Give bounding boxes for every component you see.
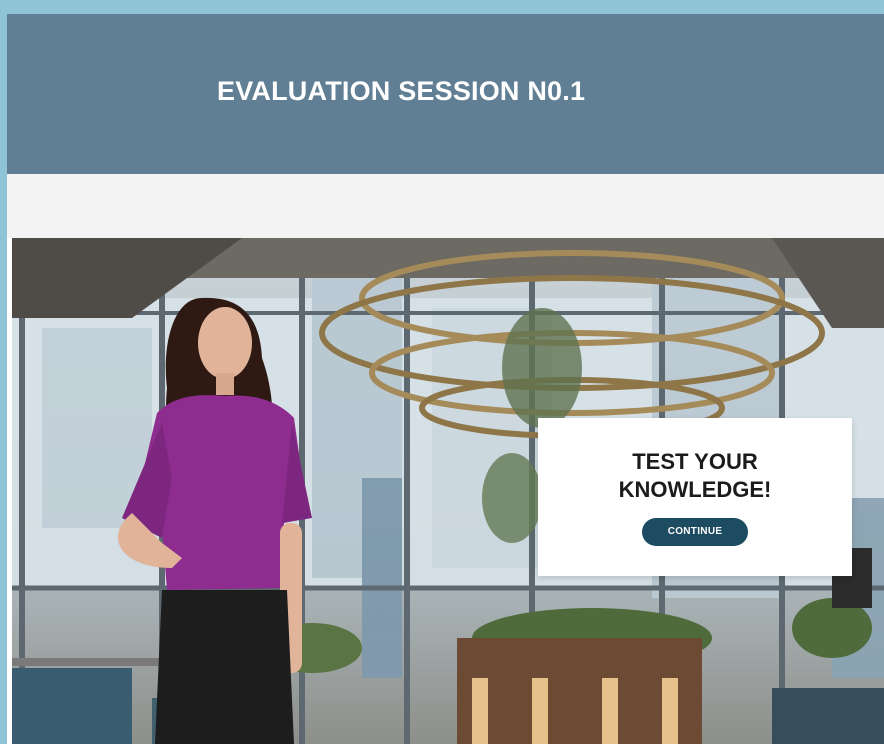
continue-button[interactable]: CONTINUE — [642, 518, 748, 546]
card-heading-line1: TEST YOUR — [632, 449, 758, 474]
page-title: EVALUATION SESSION N0.1 — [217, 76, 586, 106]
slide-frame: EVALUATION SESSION N0.1 TEST YOUR KNOWLE… — [7, 14, 884, 744]
card-heading-line2: KNOWLEDGE! — [618, 477, 772, 502]
card-heading: TEST YOUR KNOWLEDGE! — [538, 448, 852, 504]
spacer-bar — [7, 174, 884, 238]
header-bar: EVALUATION SESSION N0.1 — [7, 14, 884, 174]
office-scene: TEST YOUR KNOWLEDGE! CONTINUE — [12, 238, 884, 744]
prompt-card: TEST YOUR KNOWLEDGE! CONTINUE — [538, 418, 852, 576]
